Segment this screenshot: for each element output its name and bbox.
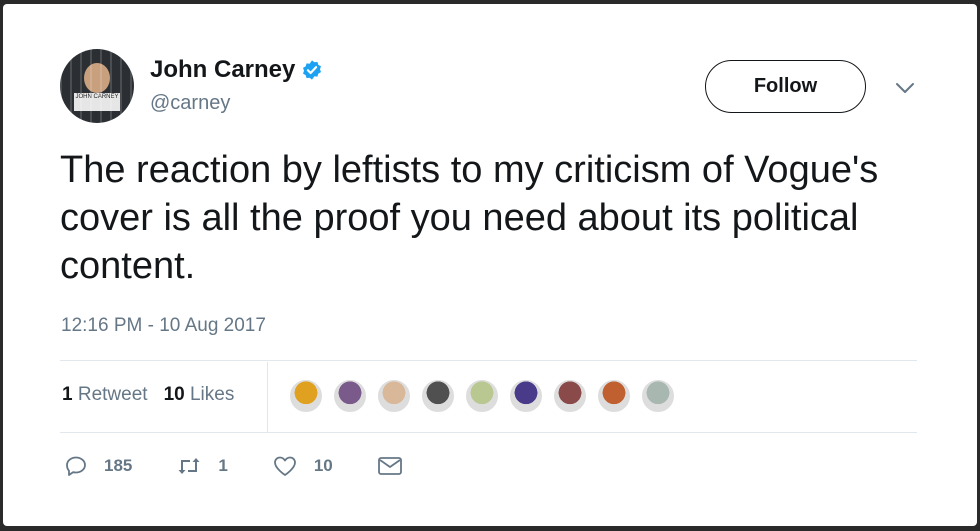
- liker-avatar[interactable]: [508, 378, 544, 414]
- liker-avatar[interactable]: [420, 378, 456, 414]
- heart-icon: [273, 456, 296, 476]
- divider-bottom: [60, 432, 917, 433]
- reply-icon: [66, 456, 86, 476]
- envelope-icon: [377, 457, 402, 475]
- author-name[interactable]: John Carney: [150, 56, 295, 84]
- retweet-count: 1: [218, 456, 228, 475]
- reply-action[interactable]: 185: [64, 454, 132, 478]
- liker-avatar[interactable]: [288, 378, 324, 414]
- retweet-stat-count: 1: [62, 384, 73, 405]
- retweet-stat[interactable]: 1 Retweet: [62, 384, 148, 406]
- likes-stat[interactable]: 10 Likes: [164, 384, 235, 406]
- tweet-actions: 185 1 10: [64, 454, 463, 478]
- tweet-text: The reaction by leftists to my criticism…: [60, 149, 879, 287]
- reply-count: 185: [104, 456, 133, 475]
- retweet-stat-label: Retweet: [77, 384, 148, 405]
- stats-divider: [267, 362, 268, 432]
- liker-avatar[interactable]: [596, 378, 632, 414]
- author-handle[interactable]: @carney: [150, 92, 230, 115]
- avatar-bars: [60, 49, 134, 123]
- follow-button[interactable]: Follow: [705, 60, 866, 113]
- liker-avatars: [288, 378, 684, 414]
- chevron-down-icon[interactable]: [894, 78, 916, 98]
- like-action[interactable]: 10: [272, 454, 333, 478]
- likes-stat-label: Likes: [189, 384, 235, 405]
- liker-avatar[interactable]: [552, 378, 588, 414]
- dm-action[interactable]: [377, 455, 419, 477]
- retweet-action[interactable]: 1: [176, 454, 228, 478]
- verified-badge-icon: [303, 60, 322, 80]
- liker-avatar[interactable]: [464, 378, 500, 414]
- liker-avatar[interactable]: [376, 378, 412, 414]
- tweet-timestamp[interactable]: 12:16 PM - 10 Aug 2017: [61, 315, 266, 337]
- likes-stat-count: 10: [163, 384, 185, 405]
- liker-avatar[interactable]: [640, 378, 676, 414]
- like-count: 10: [313, 456, 333, 475]
- retweet-icon: [178, 458, 200, 474]
- author-name-row: John Carney: [150, 56, 323, 84]
- liker-avatar[interactable]: [332, 378, 368, 414]
- engagement-stats: 1 Retweet 10 Likes: [62, 384, 250, 406]
- avatar[interactable]: JOHN CARNEY: [60, 49, 134, 123]
- divider-top: [60, 360, 917, 361]
